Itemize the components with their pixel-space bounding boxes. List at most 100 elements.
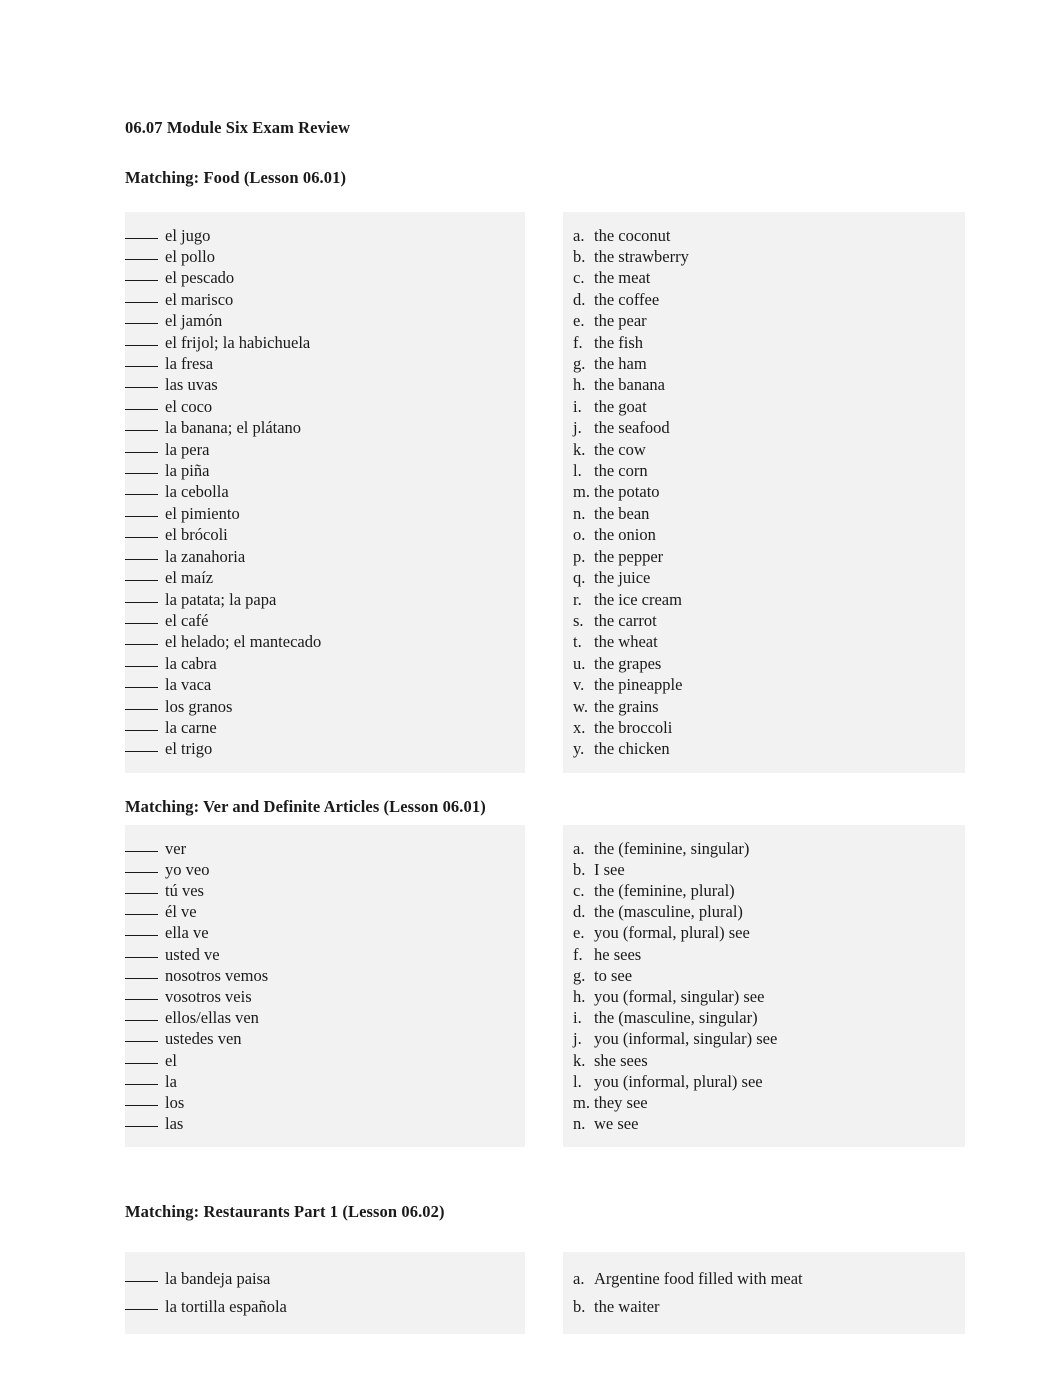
answer-blank[interactable]	[125, 440, 158, 453]
answer-blank[interactable]	[125, 881, 158, 894]
term-label: el trigo	[165, 739, 213, 759]
answer-blank[interactable]	[125, 1114, 158, 1128]
answer-blank[interactable]	[125, 718, 158, 731]
answer-label: the pear	[594, 311, 647, 331]
term-label: la vaca	[165, 675, 212, 695]
answer-blank[interactable]	[125, 269, 158, 282]
answer-blank[interactable]	[125, 525, 158, 539]
answer-marker: g.	[573, 354, 586, 374]
term-row: el café	[125, 610, 517, 631]
answer-row: f. he sees	[563, 944, 957, 965]
term-row: el trigo	[125, 738, 517, 759]
answer-blank[interactable]	[125, 461, 158, 475]
answer-row: d. the (masculine, plural)	[563, 901, 957, 922]
answer-blank[interactable]	[125, 632, 158, 646]
section-heading-restaurants: Matching: Restaurants Part 1 (Lesson 06.…	[125, 1202, 445, 1222]
answer-row: c. the meat	[563, 267, 957, 288]
answer-blank[interactable]	[125, 1297, 158, 1311]
answer-blank[interactable]	[125, 1008, 158, 1022]
answer-marker: n.	[573, 1114, 586, 1134]
answer-marker: a.	[573, 225, 585, 245]
matching-table-restaurants: la bandeja paisa la tortilla española a.…	[125, 1252, 965, 1335]
answer-blank[interactable]	[125, 839, 158, 852]
answer-blank[interactable]	[125, 945, 158, 958]
answer-blank[interactable]	[125, 1269, 158, 1283]
answer-marker: m.	[573, 482, 590, 502]
answer-blank[interactable]	[125, 483, 158, 496]
answer-blank[interactable]	[125, 675, 158, 689]
term-row: el maíz	[125, 567, 517, 588]
answer-label: the pineapple	[594, 675, 683, 695]
answer-marker: x.	[573, 717, 586, 737]
answer-blank[interactable]	[125, 547, 158, 560]
term-row: ustedes ven	[125, 1028, 517, 1049]
answer-blank[interactable]	[125, 311, 158, 325]
term-row: el pescado	[125, 267, 517, 288]
answer-row: a. the (feminine, singular)	[563, 838, 957, 859]
term-row: él ve	[125, 901, 517, 922]
answer-blank[interactable]	[125, 418, 158, 432]
answer-blank[interactable]	[125, 923, 158, 937]
answer-blank[interactable]	[125, 290, 158, 303]
answer-blank[interactable]	[125, 739, 158, 753]
answer-row: p. the pepper	[563, 546, 957, 567]
answer-blank[interactable]	[125, 376, 158, 389]
term-row: el pollo	[125, 246, 517, 267]
answer-blank[interactable]	[125, 697, 158, 710]
answer-label: the (feminine, singular)	[594, 838, 750, 858]
term-row: la vaca	[125, 674, 517, 695]
term-label: la cebolla	[165, 482, 229, 502]
answer-row: l. you (informal, plural) see	[563, 1071, 957, 1092]
answer-row: v. the pineapple	[563, 674, 957, 695]
answer-label: the (masculine, plural)	[594, 902, 743, 922]
answer-blank[interactable]	[125, 590, 158, 603]
answer-label: the goat	[594, 396, 647, 416]
answer-label: I see	[594, 859, 625, 879]
answer-row: h. you (formal, singular) see	[563, 986, 957, 1007]
answer-blank[interactable]	[125, 397, 158, 410]
answer-marker: n.	[573, 503, 586, 523]
answer-blank[interactable]	[125, 860, 158, 873]
answer-blank[interactable]	[125, 1072, 158, 1085]
term-label: el jugo	[165, 225, 211, 245]
answer-blank[interactable]	[125, 226, 158, 239]
term-row: la	[125, 1071, 517, 1092]
term-label: ver	[165, 838, 187, 858]
term-label: ustedes ven	[165, 1029, 242, 1049]
answer-marker: u.	[573, 653, 586, 673]
page-title: 06.07 Module Six Exam Review	[125, 118, 351, 137]
term-label: él ve	[165, 902, 197, 922]
answer-marker: l.	[573, 461, 582, 481]
answer-marker: q.	[573, 568, 586, 588]
answers-column-restaurants: a. Argentine food filled with meat b. the …	[563, 1252, 965, 1335]
answer-row: m. the potato	[563, 481, 957, 502]
answer-blank[interactable]	[125, 1030, 158, 1043]
answer-row: y. the chicken	[563, 738, 957, 759]
answer-blank[interactable]	[125, 611, 158, 624]
answer-row: e. the pear	[563, 310, 957, 331]
answer-label: to see	[594, 965, 633, 985]
answer-blank[interactable]	[125, 333, 158, 346]
answer-label: the bean	[594, 503, 650, 523]
answer-blank[interactable]	[125, 247, 158, 260]
answer-blank[interactable]	[125, 354, 158, 368]
answer-blank[interactable]	[125, 902, 158, 916]
term-row: el frijol; la habichuela	[125, 332, 517, 353]
answers-column-ver: a. the (feminine, singular) b. I see c. the…	[563, 824, 965, 1148]
answer-blank[interactable]	[125, 966, 158, 979]
answer-marker: g.	[573, 965, 586, 985]
term-row: la patata; la papa	[125, 589, 517, 610]
answer-blank[interactable]	[125, 1093, 158, 1106]
answer-blank[interactable]	[125, 1051, 158, 1064]
answer-label: the wheat	[594, 632, 658, 652]
term-label: nosotros vemos	[165, 965, 269, 985]
answer-blank[interactable]	[125, 504, 158, 517]
answer-blank[interactable]	[125, 654, 158, 667]
answer-row: o. the onion	[563, 524, 957, 545]
answer-marker: b.	[573, 247, 586, 266]
document-content: 06.07 Module Six Exam Review Matching: F…	[125, 118, 965, 1335]
answer-marker: d.	[573, 902, 586, 922]
answer-blank[interactable]	[125, 987, 158, 1000]
answer-blank[interactable]	[125, 568, 158, 582]
